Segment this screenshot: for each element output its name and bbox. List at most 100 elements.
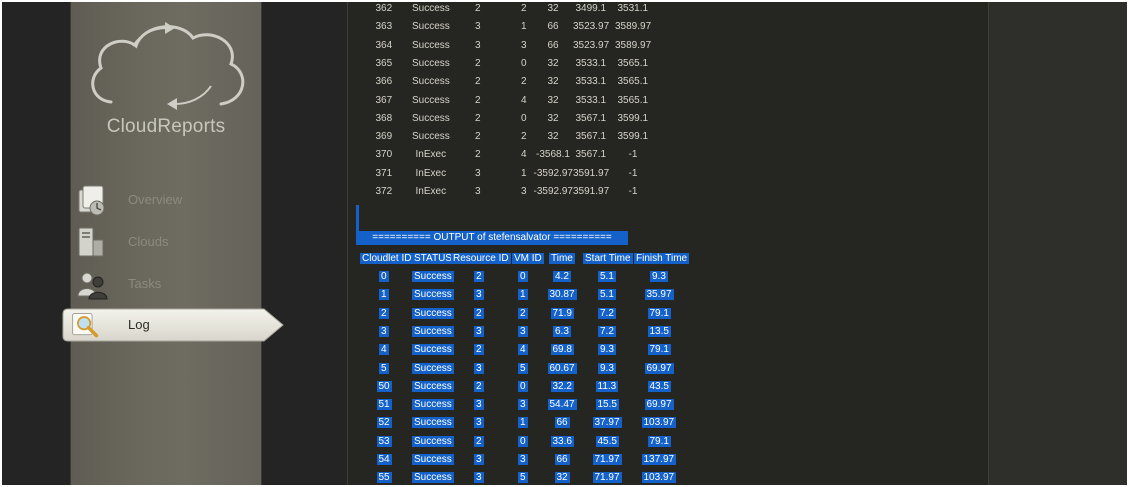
nav-label-clouds: Clouds — [128, 234, 169, 249]
cell-finish-time: -1 — [628, 186, 638, 197]
cell-cloudlet-id: 3 — [379, 325, 389, 337]
log-output-panel[interactable]: 362 Success 2 2 32 3499.1 3531.1 363 Success 3 1 66… — [347, 2, 989, 485]
table-row: 55 Success 3 5 32 71.97 103.97 — [348, 469, 988, 485]
cell-time: 33.6 — [550, 435, 574, 447]
cell-start-time: 3591.97 — [573, 167, 610, 179]
cell-finish-time: 3589.97 — [615, 39, 652, 51]
cell-start-time: 3567.1 — [575, 149, 607, 161]
nav-label-log: Log — [128, 317, 150, 332]
cell-time: 66 — [547, 21, 559, 33]
cell-resource-id: 2 — [474, 380, 484, 392]
cell-status: Success — [412, 271, 454, 282]
magnifier-icon — [72, 313, 99, 338]
cell-time: -3592.97 — [533, 167, 573, 179]
cell-vm-id: 4 — [521, 94, 527, 106]
table-row: 2 Success 2 2 71.9 7.2 79.1 — [348, 305, 988, 323]
cell-start-time: 7.2 — [598, 325, 616, 337]
cell-resource-id: 2 — [474, 307, 484, 319]
table-row: 3 Success 3 3 6.3 7.2 13.5 — [348, 323, 988, 341]
cell-resource-id: 2 — [475, 112, 481, 124]
cell-resource-id: 3 — [475, 21, 481, 33]
cell-cloudlet-id: 52 — [376, 417, 392, 429]
cell-vm-id: 0 — [521, 112, 527, 124]
cell-vm-id: 0 — [518, 435, 528, 447]
table-row: 4 Success 2 4 69.8 9.3 79.1 — [348, 341, 988, 359]
nav-item-log[interactable]: Log — [62, 308, 284, 342]
cell-start-time: 3567.1 — [575, 131, 607, 143]
cell-status: Success — [412, 39, 450, 51]
cell-status: Success — [412, 307, 454, 319]
cell-cloudlet-id: 50 — [376, 380, 392, 392]
column-header-finish-time: Finish Time — [634, 253, 690, 264]
table-row: 50 Success 2 0 32.2 11.3 43.5 — [348, 378, 988, 396]
cell-status: Success — [412, 57, 450, 69]
cell-resource-id: 3 — [474, 399, 484, 411]
cell-time: 30.87 — [547, 289, 577, 301]
cell-start-time: 9.3 — [598, 344, 616, 356]
cell-time: -3568.1 — [536, 149, 570, 161]
cell-cloudlet-id: 365 — [375, 57, 393, 69]
cell-resource-id: 3 — [475, 39, 481, 51]
cell-vm-id: 4 — [518, 344, 528, 356]
cell-finish-time: 69.97 — [644, 362, 674, 374]
cell-start-time: 7.2 — [598, 307, 616, 319]
cell-status: InExec — [415, 149, 447, 161]
table-row: 370 InExec 2 4 -3568.1 3567.1 -1 — [348, 146, 988, 164]
cell-vm-id: 2 — [521, 3, 527, 14]
cell-resource-id: 2 — [475, 149, 481, 161]
cell-resource-id: 2 — [475, 76, 481, 88]
users-icon — [77, 272, 108, 300]
cell-vm-id: 1 — [521, 167, 527, 179]
cell-finish-time: 79.1 — [647, 307, 671, 319]
cell-start-time: 3533.1 — [575, 76, 607, 88]
sidebar: CloudReports Overview Clouds Tasks — [70, 2, 262, 485]
cell-time: 32 — [547, 3, 559, 14]
nav-label-overview: Overview — [128, 192, 183, 207]
cell-time: 71.9 — [550, 307, 574, 319]
cloud-logo-icon — [91, 22, 245, 110]
cell-vm-id: 4 — [521, 149, 527, 161]
cell-cloudlet-id: 364 — [375, 39, 393, 51]
cell-vm-id: 1 — [518, 289, 528, 301]
cell-time: 32 — [547, 76, 559, 88]
cell-start-time: 45.5 — [595, 435, 619, 447]
cell-vm-id: 5 — [518, 362, 528, 374]
cell-start-time: 3523.97 — [573, 39, 610, 51]
cell-finish-time: 35.97 — [644, 289, 674, 301]
cell-status: Success — [412, 94, 450, 106]
cell-time: 66 — [554, 454, 570, 465]
cell-finish-time: 137.97 — [641, 454, 677, 465]
cell-time: 66 — [554, 417, 570, 429]
cell-start-time: 3499.1 — [575, 3, 607, 14]
nav-item-overview[interactable]: Overview — [71, 184, 261, 218]
cell-cloudlet-id: 0 — [379, 271, 389, 282]
cell-cloudlet-id: 371 — [375, 167, 393, 179]
column-header-cloudlet-id: Cloudlet ID — [360, 253, 414, 264]
cell-vm-id: 5 — [518, 472, 528, 484]
cell-vm-id: 2 — [518, 307, 528, 319]
cell-start-time: 5.1 — [598, 289, 616, 301]
cell-status: Success — [412, 112, 450, 124]
cell-cloudlet-id: 370 — [375, 149, 393, 161]
cell-time: 54.47 — [547, 399, 577, 411]
cell-finish-time: 3599.1 — [617, 131, 649, 143]
nav-item-clouds[interactable]: Clouds — [71, 226, 261, 260]
table-row: 367 Success 2 4 32 3533.1 3565.1 — [348, 92, 988, 110]
table-row: 372 InExec 3 3 -3592.97 3591.97 -1 — [348, 183, 988, 201]
cell-start-time: 3533.1 — [575, 57, 607, 69]
cell-vm-id: 0 — [518, 271, 528, 282]
app-name: CloudReports — [106, 116, 226, 137]
nav-item-tasks[interactable]: Tasks — [71, 268, 261, 302]
cell-finish-time: 3589.97 — [615, 21, 652, 33]
table-row: 54 Success 3 3 66 71.97 137.97 — [348, 451, 988, 469]
cell-finish-time: 3565.1 — [617, 94, 649, 106]
cell-finish-time: 69.97 — [644, 399, 674, 411]
cell-status: Success — [412, 454, 454, 465]
table-row: 371 InExec 3 1 -3592.97 3591.97 -1 — [348, 165, 988, 183]
cell-cloudlet-id: 4 — [379, 344, 389, 356]
cell-vm-id: 3 — [521, 186, 527, 197]
cell-time: 32 — [547, 112, 559, 124]
cell-status: InExec — [415, 186, 447, 197]
cell-resource-id: 3 — [474, 417, 484, 429]
table-row: 5 Success 3 5 60.67 9.3 69.97 — [348, 360, 988, 378]
